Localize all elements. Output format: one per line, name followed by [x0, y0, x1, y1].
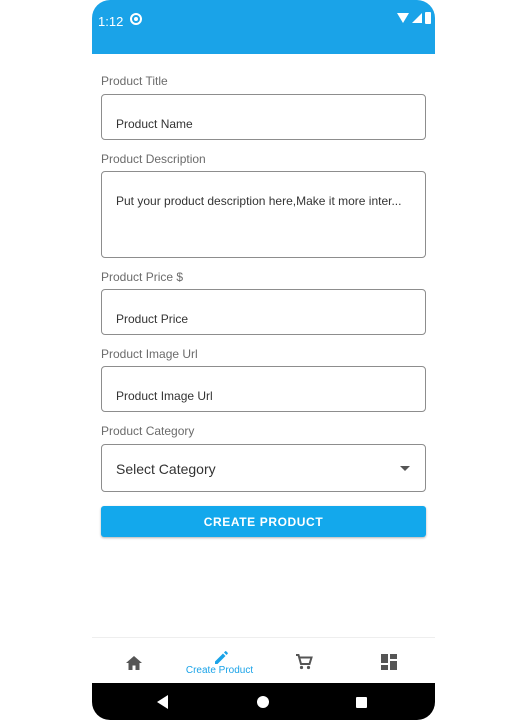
product-price-label: Product Price $	[101, 270, 184, 284]
phone-screen: 1:12 Product Title Product Name Product …	[92, 0, 435, 720]
back-icon[interactable]	[157, 695, 168, 709]
nav-create-product[interactable]: Create Product	[177, 638, 262, 684]
status-icons	[397, 12, 431, 24]
product-description-placeholder: Put your product description here,Make i…	[116, 194, 402, 208]
category-select[interactable]: Select Category	[101, 444, 426, 492]
product-title-input[interactable]: Product Name	[101, 94, 426, 140]
product-image-url-placeholder: Product Image Url	[116, 389, 213, 403]
chevron-down-icon	[400, 466, 410, 471]
status-bar: 1:12	[92, 0, 435, 54]
signal-icon	[412, 13, 422, 23]
nav-dashboard[interactable]	[347, 638, 432, 684]
cart-icon	[296, 654, 313, 670]
dashboard-icon	[381, 654, 397, 670]
product-image-url-label: Product Image Url	[101, 347, 198, 361]
product-title-placeholder: Product Name	[116, 117, 193, 131]
product-description-input[interactable]: Put your product description here,Make i…	[101, 171, 426, 258]
product-title-label: Product Title	[101, 74, 168, 88]
product-image-url-input[interactable]: Product Image Url	[101, 366, 426, 412]
status-time: 1:12	[98, 14, 124, 29]
category-selected-value: Select Category	[116, 461, 216, 477]
bottom-navigation: Create Product	[92, 637, 435, 684]
create-product-button[interactable]: CREATE PRODUCT	[101, 506, 426, 537]
nav-create-product-label: Create Product	[185, 665, 254, 676]
system-navigation-bar	[92, 683, 435, 720]
product-category-label: Product Category	[101, 424, 195, 438]
home-circle-icon[interactable]	[257, 696, 269, 708]
product-description-label: Product Description	[101, 152, 206, 166]
battery-icon	[425, 12, 431, 24]
pencil-icon	[215, 651, 228, 664]
product-price-placeholder: Product Price	[116, 312, 189, 326]
nav-cart[interactable]	[262, 638, 347, 684]
home-icon	[126, 656, 142, 670]
product-price-input[interactable]: Product Price	[101, 289, 426, 335]
recents-icon[interactable]	[356, 697, 367, 708]
wifi-icon	[397, 13, 409, 23]
nav-home[interactable]	[92, 638, 177, 684]
notification-icon	[130, 13, 142, 25]
